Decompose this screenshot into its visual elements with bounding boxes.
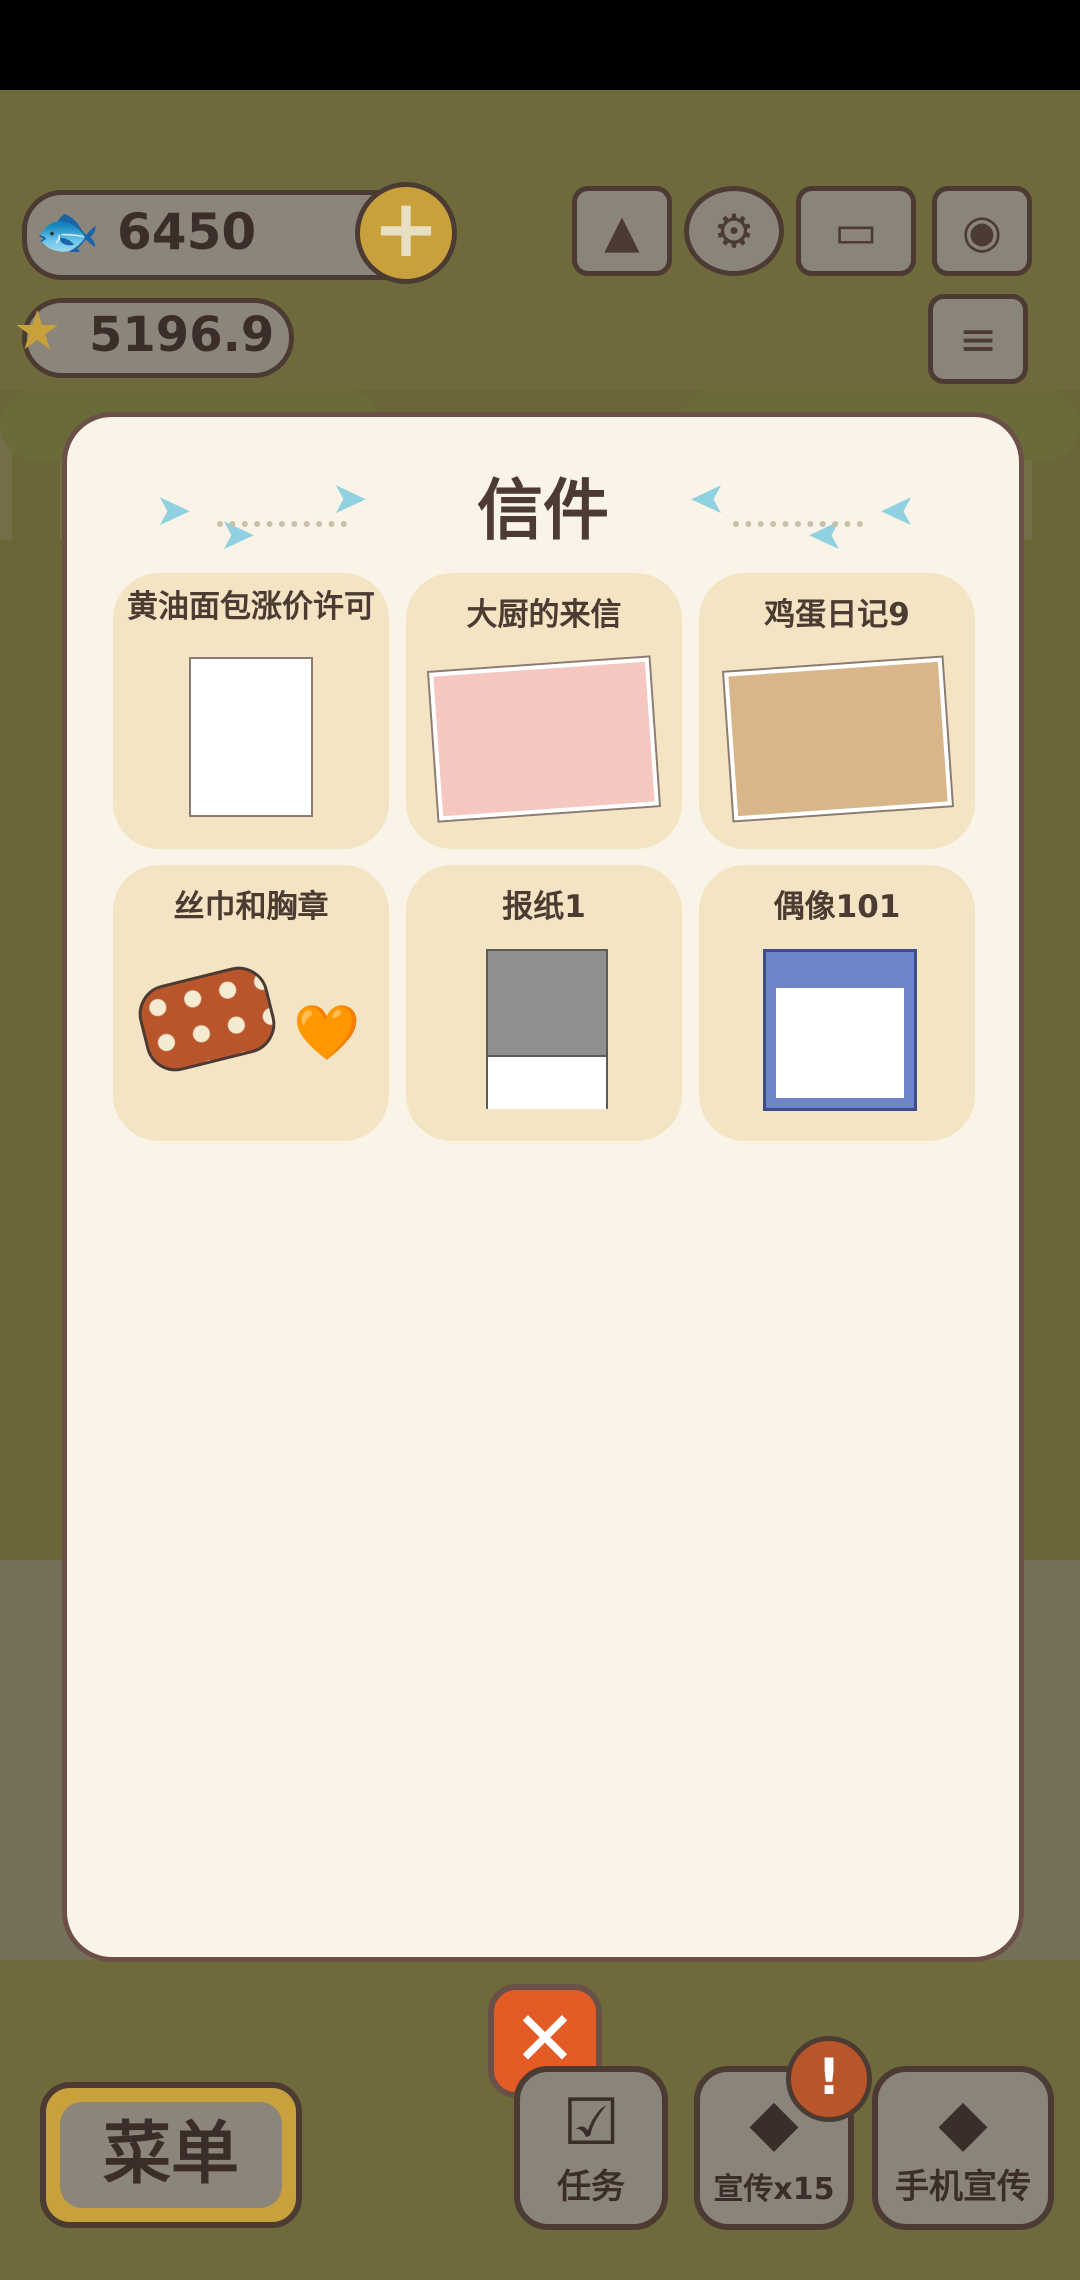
menu-button[interactable]: 菜单 [40, 2082, 302, 2228]
dialog-title: 信件 [477, 472, 609, 549]
paper-plane-icon: ➤ [689, 473, 726, 524]
letter-card-egg-diary[interactable]: 鸡蛋日记9 [699, 573, 975, 849]
checkbox-icon: ☑ [562, 2086, 620, 2160]
paper-plane-icon: ➤ [879, 485, 916, 536]
letter-title: 大厨的来信 [466, 597, 622, 633]
diary-photo-thumbnail [724, 657, 952, 821]
paper-plane-icon: ➤ [807, 509, 844, 560]
letters-dialog: ➤ ➤ ➤ 信件 ➤ ➤ ➤ 黄油面包涨价许可 大厨的来信 鸡蛋日记9 丝巾和胸… [62, 412, 1024, 1962]
camera-icon[interactable]: ◉ [932, 186, 1032, 276]
task-label: 任务 [557, 2167, 625, 2207]
star-currency: ★ 5196.9 [13, 298, 294, 378]
status-bar [0, 0, 1080, 90]
letter-card-scarf-badge[interactable]: 丝巾和胸章 🧡 [113, 865, 389, 1141]
letter-title: 偶像101 [773, 889, 901, 925]
letter-paper-thumbnail [189, 657, 313, 817]
letter-card-newspaper[interactable]: 报纸1 [406, 865, 682, 1141]
newspaper-thumbnail [486, 949, 608, 1109]
phone-promote-label: 手机宣传 [895, 2167, 1031, 2207]
letter-title: 报纸1 [502, 889, 586, 925]
fish-count: 6450 [117, 203, 257, 261]
gear-icon[interactable]: ⚙ [684, 186, 784, 276]
rank-icon[interactable]: ▲ [572, 186, 672, 276]
phone-promote-button[interactable]: ◆ 手机宣传 [872, 2066, 1054, 2230]
dotted-trail [733, 521, 863, 533]
fish-icon: 🐟 [35, 202, 100, 262]
plus-icon: + [372, 182, 440, 275]
rainbow-heart-icon: 🧡 [293, 1001, 361, 1064]
letter-card-chef[interactable]: 大厨的来信 [406, 573, 682, 849]
exclamation-icon: ! [817, 2048, 841, 2106]
idol-poster-inner [776, 988, 904, 1098]
phone-icon: ◆ [938, 2086, 988, 2160]
idol-poster-thumbnail [763, 949, 917, 1111]
newspaper-chart [488, 1055, 606, 1109]
cats-photo-thumbnail [429, 657, 659, 821]
promote-label: 宣传x15 [713, 2172, 835, 2207]
letter-title: 鸡蛋日记9 [764, 597, 910, 633]
scarf-icon [132, 960, 282, 1078]
add-fish-button[interactable]: + [355, 182, 457, 284]
alert-badge: ! [786, 2036, 872, 2122]
menu-label: 菜单 [60, 2102, 282, 2208]
letter-card-idol[interactable]: 偶像101 [699, 865, 975, 1141]
star-count: 5196.9 [89, 307, 275, 363]
book-icon[interactable]: ▭ [796, 186, 916, 276]
news-icon[interactable]: ≡ [928, 294, 1028, 384]
letter-title: 丝巾和胸章 [173, 889, 329, 925]
star-icon: ★ [13, 299, 62, 362]
letter-title: 黄油面包涨价许可 [127, 589, 375, 625]
letter-card-butter-bread[interactable]: 黄油面包涨价许可 [113, 573, 389, 849]
task-button[interactable]: ☑ 任务 [514, 2066, 668, 2230]
